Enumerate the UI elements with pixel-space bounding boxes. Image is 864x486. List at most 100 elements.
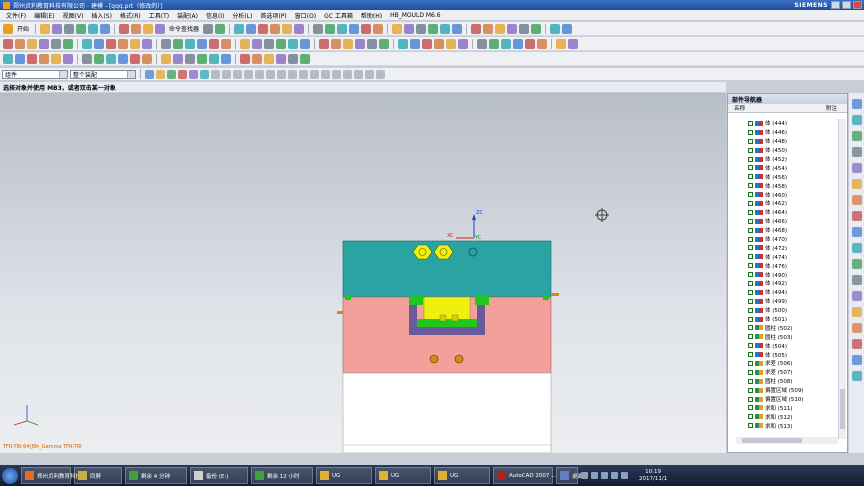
navigator-row[interactable]: 圆柱 (508) — [728, 377, 838, 386]
toolbar-tool-icon[interactable] — [27, 38, 37, 49]
menu-item-8[interactable]: 分析(L) — [228, 11, 256, 20]
toolbar-tool-icon[interactable] — [234, 23, 245, 34]
menu-item-4[interactable]: 格式(R) — [116, 11, 145, 20]
toolbar-tool-icon[interactable] — [276, 38, 286, 49]
toolbar-tool-icon[interactable] — [519, 23, 530, 34]
toolbar-tool-icon[interactable] — [422, 38, 432, 49]
taskbar-item[interactable]: 桌面 — [556, 467, 583, 484]
resource-tab-icon[interactable] — [851, 259, 862, 269]
taskbar-item[interactable]: 剩余 12 小时 — [251, 467, 313, 484]
toolbar-tool-icon[interactable] — [264, 38, 274, 49]
visibility-checkbox[interactable] — [748, 387, 753, 393]
visibility-checkbox[interactable] — [748, 245, 753, 251]
navigator-horizontal-scrollbar[interactable] — [736, 437, 838, 444]
start-button[interactable]: 开始 — [17, 24, 29, 33]
visibility-checkbox[interactable] — [748, 396, 753, 402]
visibility-checkbox[interactable] — [748, 343, 753, 349]
system-clock[interactable]: 10:19 2017/11/1 — [639, 469, 681, 483]
toolbar-tool-icon[interactable] — [52, 23, 63, 34]
toolbar-tool-icon[interactable] — [264, 53, 274, 64]
navigator-row[interactable]: 体 (470) — [728, 235, 838, 244]
toolbar-tool-icon[interactable] — [471, 23, 482, 34]
visibility-checkbox[interactable] — [748, 423, 753, 429]
snap-tool-icon[interactable] — [310, 69, 319, 79]
resource-tab-icon[interactable] — [851, 307, 862, 317]
visibility-checkbox[interactable] — [748, 360, 753, 366]
start-orb[interactable] — [2, 467, 18, 484]
navigator-row[interactable]: 体 (450) — [728, 146, 838, 155]
navigator-row[interactable]: 体 (458) — [728, 181, 838, 190]
toolbar-tool-icon[interactable] — [240, 53, 250, 64]
toolbar-tool-icon[interactable] — [252, 38, 262, 49]
toolbar-tool-icon[interactable] — [100, 23, 111, 34]
toolbar-tool-icon[interactable] — [398, 38, 408, 49]
toolbar-tool-icon[interactable] — [40, 23, 51, 34]
snap-tool-icon[interactable] — [244, 69, 253, 79]
visibility-checkbox[interactable] — [748, 307, 753, 313]
toolbar-tool-icon[interactable] — [337, 23, 348, 34]
toolbar-tool-icon[interactable] — [501, 38, 511, 49]
menu-item-6[interactable]: 装配(A) — [173, 11, 202, 20]
menu-item-13[interactable]: HB_MOULD M6.6 — [386, 12, 445, 19]
toolbar-tool-icon[interactable] — [446, 38, 456, 49]
toolbar-tool-icon[interactable] — [161, 38, 171, 49]
toolbar-tool-icon[interactable] — [379, 38, 389, 49]
navigator-row[interactable]: 体 (464) — [728, 208, 838, 217]
taskbar-item[interactable]: 郑州贞利教育科技... — [21, 467, 86, 484]
visibility-checkbox[interactable] — [748, 405, 753, 411]
toolbar-tool-icon[interactable] — [531, 23, 542, 34]
navigator-row[interactable]: 求差 (506) — [728, 359, 838, 368]
toolbar-tool-icon[interactable] — [288, 38, 298, 49]
toolbar-tool-icon[interactable] — [63, 53, 73, 64]
snap-tool-icon[interactable] — [233, 69, 242, 79]
resource-tab-icon[interactable] — [851, 339, 862, 349]
toolbar-tool-icon[interactable] — [276, 53, 286, 64]
snap-tool-icon[interactable] — [255, 69, 264, 79]
taskbar-item[interactable]: 剩余 4 分钟 — [125, 467, 187, 484]
toolbar-tool-icon[interactable] — [142, 53, 152, 64]
navigator-row[interactable]: 体 (454) — [728, 163, 838, 172]
toolbar-tool-icon[interactable] — [300, 38, 310, 49]
toolbar-tool-icon[interactable] — [416, 23, 427, 34]
navigator-row[interactable]: 求和 (513) — [728, 421, 838, 430]
taskbar-item[interactable]: AutoCAD 2007 ... — [493, 467, 556, 484]
toolbar-tool-icon[interactable] — [288, 53, 298, 64]
toolbar-tool-icon[interactable] — [367, 38, 377, 49]
visibility-checkbox[interactable] — [748, 254, 753, 260]
menu-item-2[interactable]: 视图(V) — [59, 11, 88, 20]
snap-tool-icon[interactable] — [222, 69, 231, 79]
navigator-row[interactable]: 求和 (512) — [728, 412, 838, 421]
visibility-checkbox[interactable] — [748, 165, 753, 171]
resource-tab-icon[interactable] — [851, 243, 862, 253]
resource-tab-icon[interactable] — [851, 131, 862, 141]
start-icon[interactable] — [3, 23, 13, 34]
visibility-checkbox[interactable] — [748, 192, 753, 198]
toolbar-tool-icon[interactable] — [94, 38, 104, 49]
snap-tool-icon[interactable] — [332, 69, 341, 79]
toolbar-tool-icon[interactable] — [361, 23, 372, 34]
menu-item-3[interactable]: 插入(S) — [87, 11, 116, 20]
graphics-window[interactable]: ZC XC YC TFR-TRI 64(J9h_Gamma TFR-TRI — [0, 93, 726, 454]
toolbar-tool-icon[interactable] — [76, 23, 87, 34]
snap-tool-icon[interactable] — [145, 69, 154, 79]
toolbar-tool-icon[interactable] — [434, 38, 444, 49]
toolbar-tool-icon[interactable] — [51, 38, 61, 49]
bottom-plate[interactable] — [342, 372, 552, 454]
navigator-row[interactable]: 体 (468) — [728, 226, 838, 235]
resource-tab-icon[interactable] — [851, 147, 862, 157]
taskbar-item[interactable]: 同屏 — [74, 467, 122, 484]
toolbar-tool-icon[interactable] — [82, 38, 92, 49]
toolbar-tool-icon[interactable] — [349, 23, 360, 34]
toolbar-tool-icon[interactable] — [507, 23, 518, 34]
toolbar-tool-icon[interactable] — [428, 23, 439, 34]
toolbar-tool-icon[interactable] — [82, 53, 92, 64]
visibility-checkbox[interactable] — [748, 272, 753, 278]
toolbar-tool-icon[interactable] — [331, 38, 341, 49]
tray-icon[interactable] — [601, 472, 608, 479]
resource-tab-icon[interactable] — [851, 115, 862, 125]
visibility-checkbox[interactable] — [748, 174, 753, 180]
visibility-checkbox[interactable] — [748, 236, 753, 242]
toolbar-tool-icon[interactable] — [343, 38, 353, 49]
visibility-checkbox[interactable] — [748, 352, 753, 358]
tray-icon[interactable] — [591, 472, 598, 479]
